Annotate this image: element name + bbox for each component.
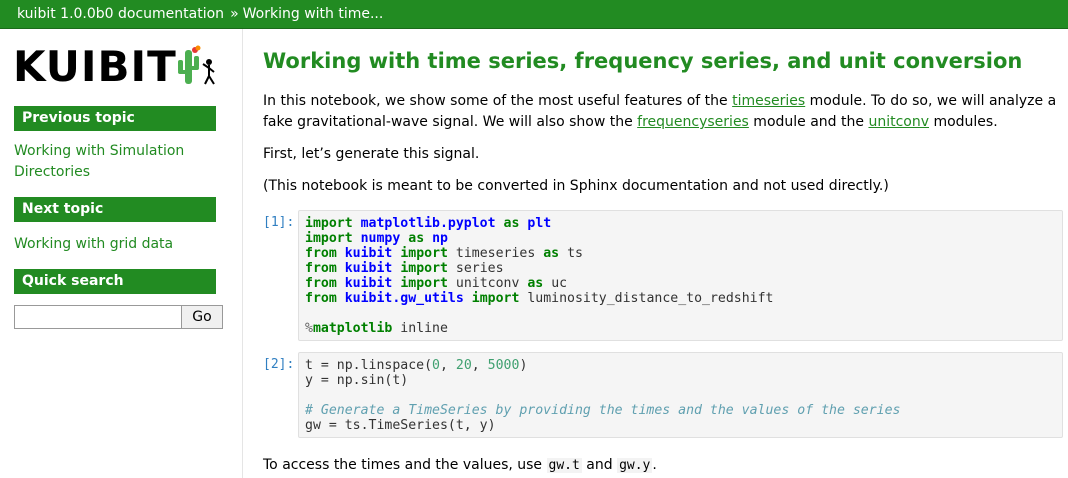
outro-text-2: and [581, 457, 618, 473]
unitconv-link[interactable]: unitconv [868, 114, 929, 130]
quick-search-heading: Quick search [14, 269, 216, 294]
previous-topic-link[interactable]: Working with Simulation Directories [14, 141, 224, 183]
intro-text-3: module and the [748, 114, 869, 130]
previous-topic-heading: Previous topic [14, 106, 216, 131]
sidebar: KUIBIT Previous topic Working with Simul… [0, 29, 243, 478]
code-cell-2[interactable]: t = np.linspace(0, 20, 5000) y = np.sin(… [298, 352, 1063, 438]
code-cell-1[interactable]: import matplotlib.pyplot as plt import n… [298, 210, 1063, 341]
logo[interactable]: KUIBIT [13, 41, 219, 91]
search-form: Go [14, 305, 224, 329]
page-title: Working with time series, frequency seri… [263, 49, 1023, 73]
search-input[interactable] [14, 305, 182, 329]
first-paragraph: First, let’s generate this signal. [263, 146, 480, 162]
outro-text-1: To access the times and the values, use [263, 457, 547, 473]
code-cell-1-source: import matplotlib.pyplot as plt import n… [305, 216, 774, 336]
next-topic-heading: Next topic [14, 197, 216, 222]
outro-paragraph: To access the times and the values, use … [263, 455, 1063, 476]
search-go-button[interactable]: Go [182, 305, 223, 329]
cell-prompt-2: [2]: [263, 357, 295, 372]
cell-prompt-1: [1]: [263, 215, 295, 230]
breadcrumb-project-link[interactable]: kuibit 1.0.0b0 documentation [17, 6, 224, 22]
breadcrumb-separator: » [230, 6, 239, 22]
intro-text-1: In this notebook, we show some of the mo… [263, 93, 733, 109]
code-cell-2-source: t = np.linspace(0, 20, 5000) y = np.sin(… [305, 358, 901, 433]
code-gw-t: gw.t [546, 458, 582, 473]
timeseries-link[interactable]: timeseries [732, 93, 805, 109]
outro-text-3: . [652, 457, 657, 473]
breadcrumb-current-link[interactable]: Working with time... [243, 6, 384, 22]
intro-paragraph: In this notebook, we show some of the mo… [263, 91, 1063, 133]
logo-text: KUIBIT [13, 41, 177, 91]
next-topic-link[interactable]: Working with grid data [14, 234, 224, 255]
code-gw-y: gw.y [617, 458, 653, 473]
cactus-icon [177, 45, 215, 85]
top-navigation-bar: kuibit 1.0.0b0 documentation » Working w… [0, 0, 1068, 29]
frequencyseries-link[interactable]: frequencyseries [637, 114, 749, 130]
intro-text-4: modules. [929, 114, 998, 130]
note-paragraph: (This notebook is meant to be converted … [263, 178, 889, 194]
